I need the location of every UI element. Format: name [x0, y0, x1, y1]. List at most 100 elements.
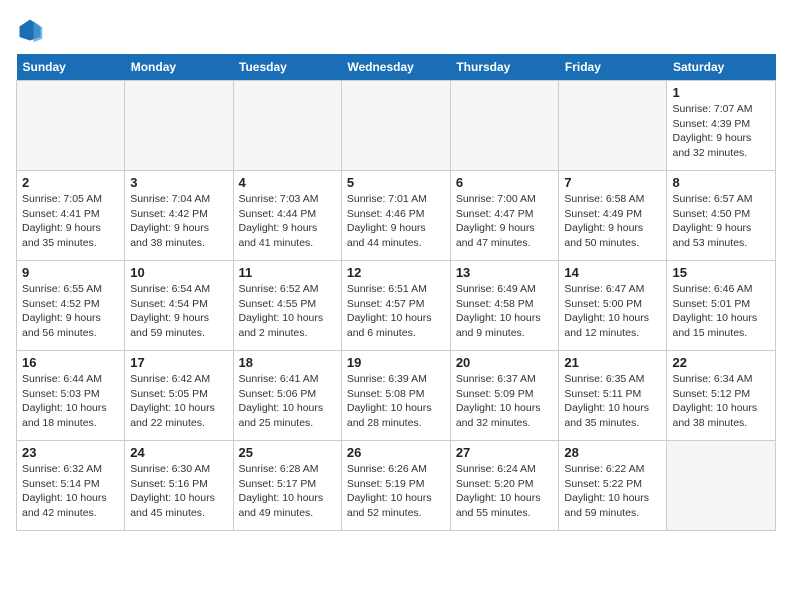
day-number: 7 — [564, 175, 661, 190]
day-number: 24 — [130, 445, 227, 460]
day-cell: 26 Sunrise: 6:26 AM Sunset: 5:19 PM Dayli… — [341, 441, 450, 531]
day-cell: 19 Sunrise: 6:39 AM Sunset: 5:08 PM Dayli… — [341, 351, 450, 441]
day-info: Sunrise: 6:35 AM Sunset: 5:11 PM Dayligh… — [564, 372, 661, 431]
day-info: Sunrise: 6:55 AM Sunset: 4:52 PM Dayligh… — [22, 282, 119, 341]
day-number: 1 — [672, 85, 770, 100]
day-cell: 18Sunrise: 6:41 AM Sunset: 5:06 PM Dayli… — [233, 351, 341, 441]
day-number: 25 — [239, 445, 336, 460]
col-monday: Monday — [125, 54, 233, 81]
day-cell: 5 Sunrise: 7:01 AM Sunset: 4:46 PM Daylig… — [341, 171, 450, 261]
day-cell: 17 Sunrise: 6:42 AM Sunset: 5:05 PM Dayli… — [125, 351, 233, 441]
day-cell: 11Sunrise: 6:52 AM Sunset: 4:55 PM Dayli… — [233, 261, 341, 351]
day-cell — [125, 81, 233, 171]
day-info: Sunrise: 6:34 AM Sunset: 5:12 PM Dayligh… — [672, 372, 770, 431]
day-number: 23 — [22, 445, 119, 460]
day-info: Sunrise: 6:26 AM Sunset: 5:19 PM Dayligh… — [347, 462, 445, 521]
day-info: Sunrise: 6:37 AM Sunset: 5:09 PM Dayligh… — [456, 372, 554, 431]
day-number: 10 — [130, 265, 227, 280]
day-number: 28 — [564, 445, 661, 460]
day-cell: 20 Sunrise: 6:37 AM Sunset: 5:09 PM Dayli… — [450, 351, 559, 441]
day-cell: 12 Sunrise: 6:51 AM Sunset: 4:57 PM Dayli… — [341, 261, 450, 351]
day-number: 18 — [239, 355, 336, 370]
day-number: 12 — [347, 265, 445, 280]
day-cell: 14 Sunrise: 6:47 AM Sunset: 5:00 PM Dayli… — [559, 261, 667, 351]
day-info: Sunrise: 6:49 AM Sunset: 4:58 PM Dayligh… — [456, 282, 554, 341]
day-cell: 4 Sunrise: 7:03 AM Sunset: 4:44 PM Daylig… — [233, 171, 341, 261]
day-number: 27 — [456, 445, 554, 460]
day-cell: 22Sunrise: 6:34 AM Sunset: 5:12 PM Dayli… — [667, 351, 776, 441]
day-number: 5 — [347, 175, 445, 190]
col-tuesday: Tuesday — [233, 54, 341, 81]
day-cell: 24 Sunrise: 6:30 AM Sunset: 5:16 PM Dayli… — [125, 441, 233, 531]
page-header — [16, 16, 776, 44]
day-info: Sunrise: 6:54 AM Sunset: 4:54 PM Dayligh… — [130, 282, 227, 341]
day-info: Sunrise: 6:22 AM Sunset: 5:22 PM Dayligh… — [564, 462, 661, 521]
day-cell: 1Sunrise: 7:07 AM Sunset: 4:39 PM Daylig… — [667, 81, 776, 171]
day-number: 9 — [22, 265, 119, 280]
day-number: 4 — [239, 175, 336, 190]
day-cell: 13 Sunrise: 6:49 AM Sunset: 4:58 PM Dayli… — [450, 261, 559, 351]
day-cell: 23 Sunrise: 6:32 AM Sunset: 5:14 PM Dayli… — [17, 441, 125, 531]
day-cell — [341, 81, 450, 171]
day-cell: 7 Sunrise: 6:58 AM Sunset: 4:49 PM Daylig… — [559, 171, 667, 261]
day-info: Sunrise: 7:05 AM Sunset: 4:41 PM Dayligh… — [22, 192, 119, 251]
day-number: 13 — [456, 265, 554, 280]
col-sunday: Sunday — [17, 54, 125, 81]
day-cell: 6 Sunrise: 7:00 AM Sunset: 4:47 PM Daylig… — [450, 171, 559, 261]
day-cell: 21 Sunrise: 6:35 AM Sunset: 5:11 PM Dayli… — [559, 351, 667, 441]
week-row-2: 9 Sunrise: 6:55 AM Sunset: 4:52 PM Daylig… — [17, 261, 776, 351]
day-info: Sunrise: 6:47 AM Sunset: 5:00 PM Dayligh… — [564, 282, 661, 341]
day-info: Sunrise: 6:28 AM Sunset: 5:17 PM Dayligh… — [239, 462, 336, 521]
day-info: Sunrise: 6:46 AM Sunset: 5:01 PM Dayligh… — [672, 282, 770, 341]
day-info: Sunrise: 6:42 AM Sunset: 5:05 PM Dayligh… — [130, 372, 227, 431]
day-info: Sunrise: 6:32 AM Sunset: 5:14 PM Dayligh… — [22, 462, 119, 521]
day-info: Sunrise: 6:58 AM Sunset: 4:49 PM Dayligh… — [564, 192, 661, 251]
col-saturday: Saturday — [667, 54, 776, 81]
logo-icon — [16, 16, 44, 44]
day-cell: 15 Sunrise: 6:46 AM Sunset: 5:01 PM Dayli… — [667, 261, 776, 351]
day-info: Sunrise: 6:30 AM Sunset: 5:16 PM Dayligh… — [130, 462, 227, 521]
col-friday: Friday — [559, 54, 667, 81]
day-number: 6 — [456, 175, 554, 190]
header-row: SundayMondayTuesdayWednesdayThursdayFrid… — [17, 54, 776, 81]
day-number: 3 — [130, 175, 227, 190]
week-row-0: 1Sunrise: 7:07 AM Sunset: 4:39 PM Daylig… — [17, 81, 776, 171]
day-cell: 10 Sunrise: 6:54 AM Sunset: 4:54 PM Dayli… — [125, 261, 233, 351]
day-cell — [233, 81, 341, 171]
week-row-4: 23 Sunrise: 6:32 AM Sunset: 5:14 PM Dayli… — [17, 441, 776, 531]
day-number: 11 — [239, 265, 336, 280]
day-info: Sunrise: 6:51 AM Sunset: 4:57 PM Dayligh… — [347, 282, 445, 341]
day-info: Sunrise: 6:39 AM Sunset: 5:08 PM Dayligh… — [347, 372, 445, 431]
day-cell: 16Sunrise: 6:44 AM Sunset: 5:03 PM Dayli… — [17, 351, 125, 441]
day-number: 19 — [347, 355, 445, 370]
day-cell: 8 Sunrise: 6:57 AM Sunset: 4:50 PM Daylig… — [667, 171, 776, 261]
day-number: 15 — [672, 265, 770, 280]
day-cell — [450, 81, 559, 171]
day-number: 8 — [672, 175, 770, 190]
day-number: 20 — [456, 355, 554, 370]
day-cell: 3 Sunrise: 7:04 AM Sunset: 4:42 PM Daylig… — [125, 171, 233, 261]
day-info: Sunrise: 7:01 AM Sunset: 4:46 PM Dayligh… — [347, 192, 445, 251]
week-row-1: 2 Sunrise: 7:05 AM Sunset: 4:41 PM Daylig… — [17, 171, 776, 261]
day-info: Sunrise: 7:00 AM Sunset: 4:47 PM Dayligh… — [456, 192, 554, 251]
week-row-3: 16Sunrise: 6:44 AM Sunset: 5:03 PM Dayli… — [17, 351, 776, 441]
day-number: 26 — [347, 445, 445, 460]
day-cell: 25 Sunrise: 6:28 AM Sunset: 5:17 PM Dayli… — [233, 441, 341, 531]
day-cell: 2 Sunrise: 7:05 AM Sunset: 4:41 PM Daylig… — [17, 171, 125, 261]
logo — [16, 16, 48, 44]
day-cell: 28 Sunrise: 6:22 AM Sunset: 5:22 PM Dayli… — [559, 441, 667, 531]
day-number: 14 — [564, 265, 661, 280]
col-thursday: Thursday — [450, 54, 559, 81]
day-info: Sunrise: 6:44 AM Sunset: 5:03 PM Dayligh… — [22, 372, 119, 431]
day-cell — [667, 441, 776, 531]
calendar-table: SundayMondayTuesdayWednesdayThursdayFrid… — [16, 54, 776, 531]
day-number: 17 — [130, 355, 227, 370]
day-number: 2 — [22, 175, 119, 190]
day-cell — [17, 81, 125, 171]
day-info: Sunrise: 6:24 AM Sunset: 5:20 PM Dayligh… — [456, 462, 554, 521]
day-cell — [559, 81, 667, 171]
day-info: Sunrise: 7:04 AM Sunset: 4:42 PM Dayligh… — [130, 192, 227, 251]
day-info: Sunrise: 6:57 AM Sunset: 4:50 PM Dayligh… — [672, 192, 770, 251]
day-info: Sunrise: 7:03 AM Sunset: 4:44 PM Dayligh… — [239, 192, 336, 251]
day-number: 21 — [564, 355, 661, 370]
